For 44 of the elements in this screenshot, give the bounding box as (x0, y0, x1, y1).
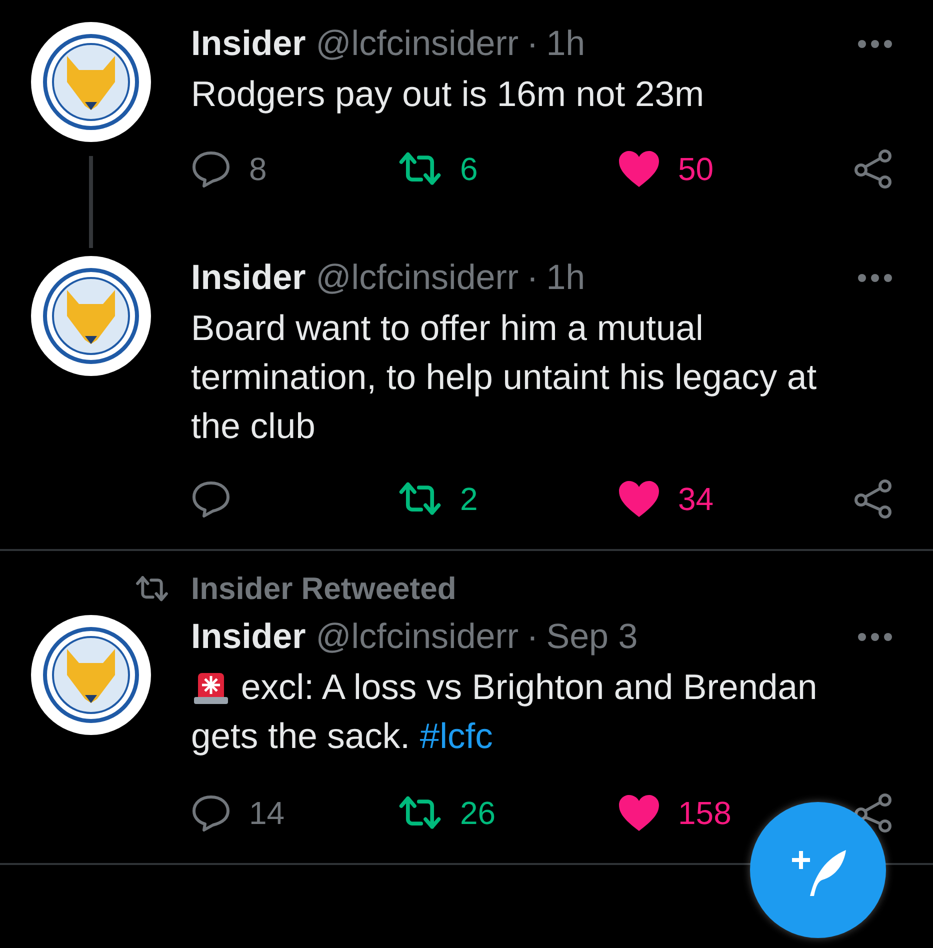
tweet-text: excl: A loss vs Brighton and Brendan gets the sack. #lcfc (191, 664, 818, 758)
more-icon[interactable] (857, 273, 893, 283)
separator-dot: · (526, 257, 538, 299)
tweet-time: Sep 3 (546, 616, 638, 658)
separator-dot: · (526, 23, 538, 65)
like-icon[interactable] (618, 480, 660, 518)
retweet-icon[interactable] (398, 481, 442, 517)
like-count: 158 (678, 794, 732, 832)
reply-icon[interactable] (191, 793, 231, 833)
retweeted-by-label: Insider Retweeted (191, 571, 456, 607)
reply-count: 8 (249, 150, 267, 188)
avatar[interactable] (30, 615, 150, 735)
share-icon[interactable] (853, 149, 893, 189)
author-name[interactable]: Insider (191, 256, 306, 300)
more-icon[interactable] (857, 632, 893, 642)
author-name[interactable]: Insider (191, 615, 306, 659)
reply-icon[interactable] (191, 149, 231, 189)
hashtag-link[interactable]: #lcfc (420, 716, 493, 756)
like-count: 50 (678, 150, 714, 188)
separator-dot: · (526, 616, 538, 658)
author-handle[interactable]: @lcfcinsiderr (316, 22, 519, 66)
share-icon[interactable] (853, 793, 893, 833)
tweet-text: Board want to offer him a mutual termination, to help untaint his legacy at the club (191, 307, 818, 448)
like-count: 34 (678, 480, 714, 518)
retweeted-icon (135, 575, 169, 603)
avatar[interactable] (30, 22, 150, 142)
author-name[interactable]: Insider (191, 22, 306, 66)
reply-count: 14 (249, 794, 285, 832)
share-icon[interactable] (853, 479, 893, 519)
retweet-count: 6 (460, 150, 478, 188)
retweet-icon[interactable] (398, 151, 442, 187)
reply-icon[interactable] (191, 479, 231, 519)
retweet-count: 2 (460, 480, 478, 518)
author-handle[interactable]: @lcfcinsiderr (316, 256, 519, 300)
like-icon[interactable] (618, 150, 660, 188)
tweet-time: 1h (546, 257, 586, 299)
author-handle[interactable]: @lcfcinsiderr (316, 615, 519, 659)
avatar[interactable] (30, 256, 150, 376)
more-icon[interactable] (857, 39, 893, 49)
tweet-time: 1h (546, 23, 586, 65)
tweet-text: Rodgers pay out is 16m not 23m (191, 73, 706, 116)
retweet-icon[interactable] (398, 795, 442, 831)
like-icon[interactable] (618, 794, 660, 832)
retweet-count: 26 (460, 794, 496, 832)
